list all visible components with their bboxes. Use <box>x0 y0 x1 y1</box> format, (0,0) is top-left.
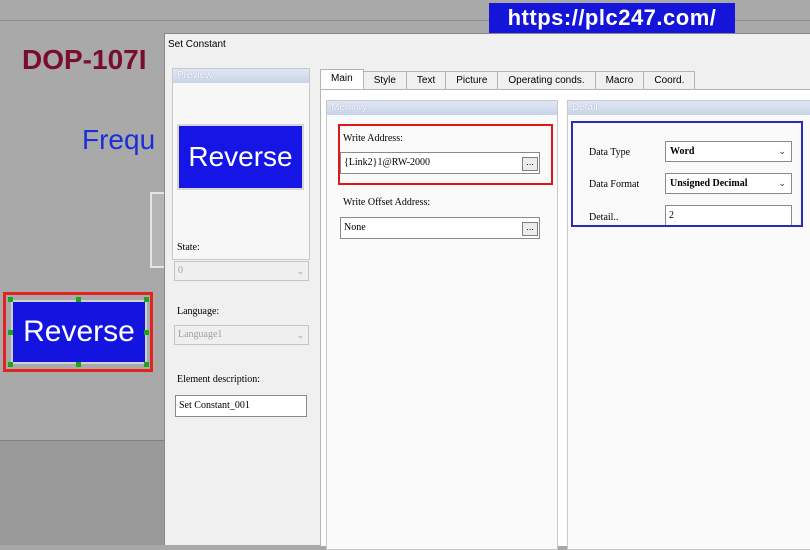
url-watermark: https://plc247.com/ <box>489 3 735 33</box>
chevron-down-icon: ⌄ <box>296 266 304 276</box>
canvas-reverse-button[interactable]: Reverse <box>11 300 147 364</box>
preview-reverse-button: Reverse <box>177 124 304 190</box>
resize-handle-bm[interactable] <box>76 362 81 367</box>
tab-main[interactable]: Main <box>320 69 364 90</box>
resize-handle-tm[interactable] <box>76 297 81 302</box>
preview-panel: Preview Reverse <box>172 68 310 260</box>
language-value: Language1 <box>178 329 223 340</box>
element-description-input[interactable]: Set Constant_001 <box>175 395 307 417</box>
preview-header: Preview <box>173 69 309 83</box>
write-offset-input[interactable]: None <box>340 217 540 239</box>
state-label: State: <box>177 242 200 253</box>
model-title: DOP-107I <box>22 44 147 75</box>
tab-macro[interactable]: Macro <box>594 71 645 90</box>
state-select[interactable]: 0 ⌄ <box>174 261 309 281</box>
tab-picture[interactable]: Picture <box>445 71 499 90</box>
dialog-title: Set Constant <box>168 39 226 50</box>
memory-header: Memory <box>327 101 557 115</box>
resize-handle-tl[interactable] <box>8 297 13 302</box>
resize-handle-ml[interactable] <box>8 330 13 335</box>
tab-bar: Main Style Text Picture Operating conds.… <box>320 69 696 90</box>
write-offset-browse-button[interactable]: ... <box>522 222 538 236</box>
element-description-label: Element description: <box>177 374 261 385</box>
set-constant-dialog: Set Constant Preview Reverse State: 0 ⌄ … <box>164 33 810 550</box>
resize-handle-bl[interactable] <box>8 362 13 367</box>
tab-style[interactable]: Style <box>362 71 407 90</box>
write-offset-label: Write Offset Address: <box>343 197 431 208</box>
detail-highlight <box>571 121 803 227</box>
detail-header: Detail <box>568 101 810 115</box>
tab-text[interactable]: Text <box>405 71 447 90</box>
selected-element-outline: Reverse <box>3 292 153 372</box>
language-select[interactable]: Language1 ⌄ <box>174 325 309 345</box>
state-value: 0 <box>178 265 183 276</box>
tab-coord[interactable]: Coord. <box>643 71 696 90</box>
resize-handle-br[interactable] <box>144 362 149 367</box>
resize-handle-tr[interactable] <box>144 297 149 302</box>
resize-handle-mr[interactable] <box>144 330 149 335</box>
tab-operating-conds[interactable]: Operating conds. <box>497 71 596 90</box>
write-address-highlight <box>338 124 553 185</box>
language-label: Language: <box>177 306 220 317</box>
tab-content-main: Memory Write Address: {Link2}1@RW-2000 .… <box>320 89 810 550</box>
frequency-text: Frequ <box>82 124 156 155</box>
chevron-down-icon: ⌄ <box>296 330 304 340</box>
